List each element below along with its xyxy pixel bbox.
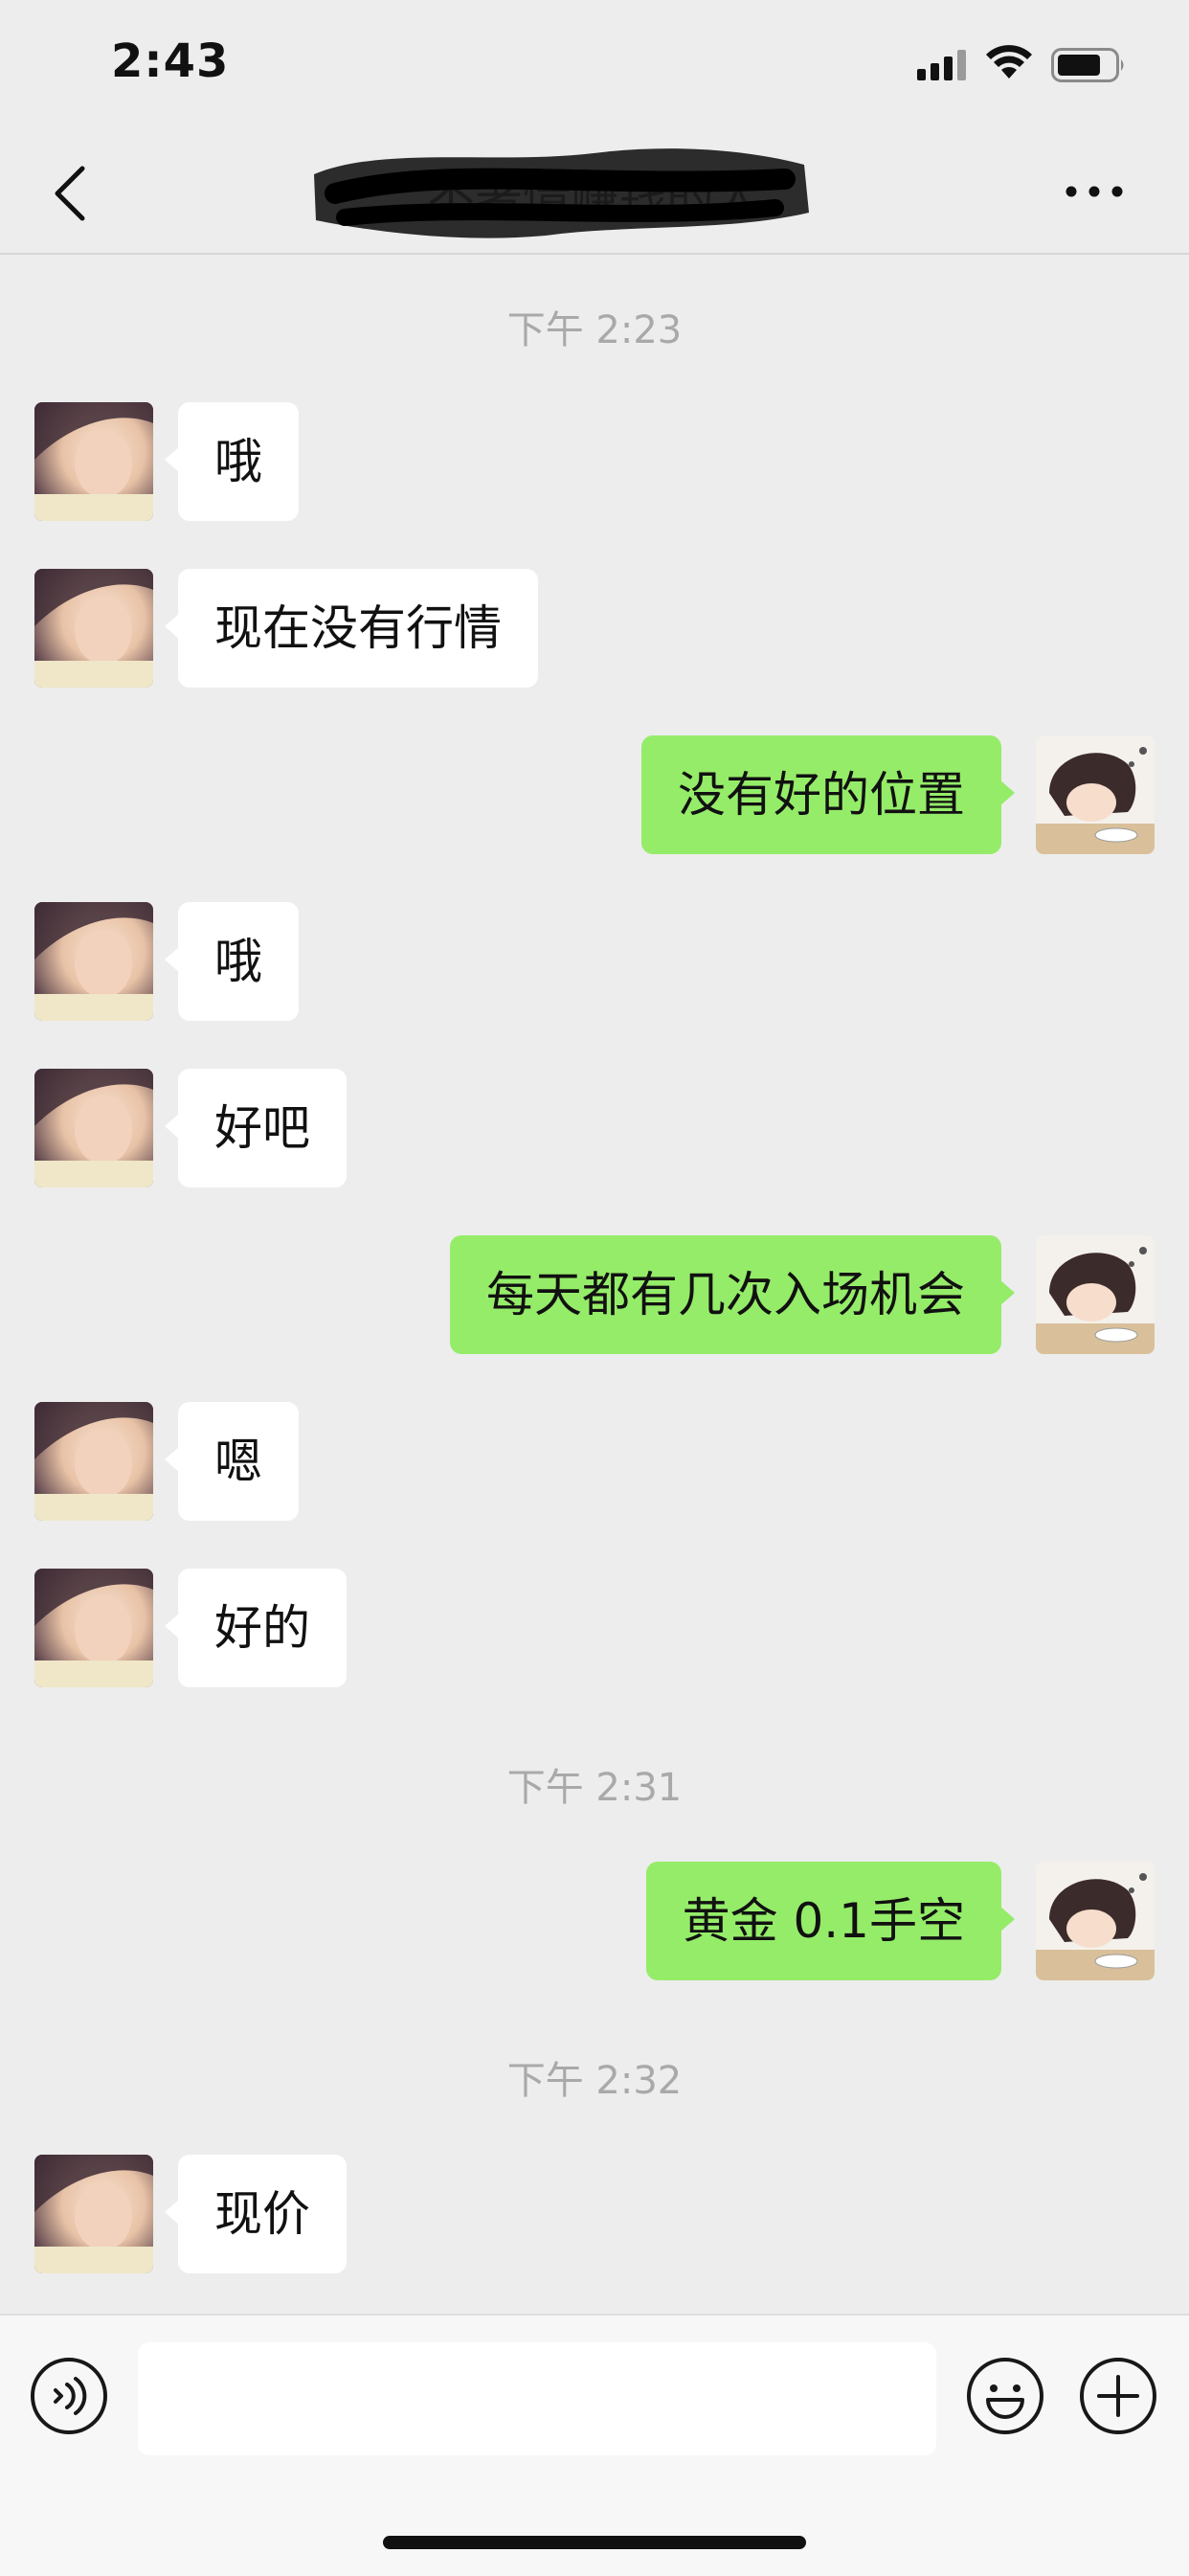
- plus-icon[interactable]: [1078, 2356, 1158, 2436]
- input-bar: [0, 2314, 1189, 2576]
- more-dots-icon[interactable]: [1063, 172, 1126, 211]
- voice-icon[interactable]: [29, 2356, 109, 2436]
- my-avatar[interactable]: [1036, 1235, 1155, 1354]
- contact-avatar[interactable]: [34, 1569, 153, 1687]
- message-input[interactable]: [138, 2342, 936, 2455]
- contact-avatar[interactable]: [34, 1402, 153, 1521]
- chevron-left-icon[interactable]: [50, 163, 92, 224]
- outgoing-message[interactable]: 黄金 0.1手空: [645, 1862, 1016, 1980]
- incoming-message[interactable]: 哦: [165, 402, 299, 521]
- outgoing-message[interactable]: 没有好的位置: [641, 735, 1015, 854]
- cellular-signal-icon: [917, 50, 966, 80]
- contact-avatar[interactable]: [34, 902, 153, 1021]
- incoming-message[interactable]: 现价: [165, 2155, 347, 2273]
- my-avatar[interactable]: [1036, 1862, 1155, 1980]
- contact-avatar[interactable]: [34, 402, 153, 521]
- timestamp: 下午 2:31: [506, 1766, 683, 1810]
- status-time: 2:43: [111, 34, 230, 88]
- contact-avatar[interactable]: [34, 1069, 153, 1187]
- contact-avatar[interactable]: [34, 569, 153, 688]
- chat-header: 不著情赚钱的人: [0, 134, 1189, 255]
- incoming-message[interactable]: 嗯: [165, 1402, 299, 1521]
- timestamp: 下午 2:32: [506, 2059, 683, 2103]
- contact-avatar[interactable]: [34, 2155, 153, 2273]
- battery-icon: [1051, 48, 1124, 82]
- incoming-message[interactable]: 好吧: [165, 1069, 347, 1187]
- status-bar: 2:43: [0, 0, 1189, 134]
- wifi-icon: [986, 45, 1032, 79]
- emoji-icon[interactable]: [965, 2356, 1045, 2436]
- timestamp: 下午 2:23: [506, 308, 683, 352]
- incoming-message[interactable]: 好的: [165, 1569, 347, 1687]
- incoming-message[interactable]: 哦: [165, 902, 299, 1021]
- home-indicator[interactable]: [383, 2536, 806, 2549]
- chat-title: 不著情赚钱的人: [427, 169, 762, 225]
- outgoing-message[interactable]: 每天都有几次入场机会: [450, 1235, 1015, 1354]
- my-avatar[interactable]: [1036, 735, 1155, 854]
- incoming-message[interactable]: 现在没有行情: [165, 569, 538, 688]
